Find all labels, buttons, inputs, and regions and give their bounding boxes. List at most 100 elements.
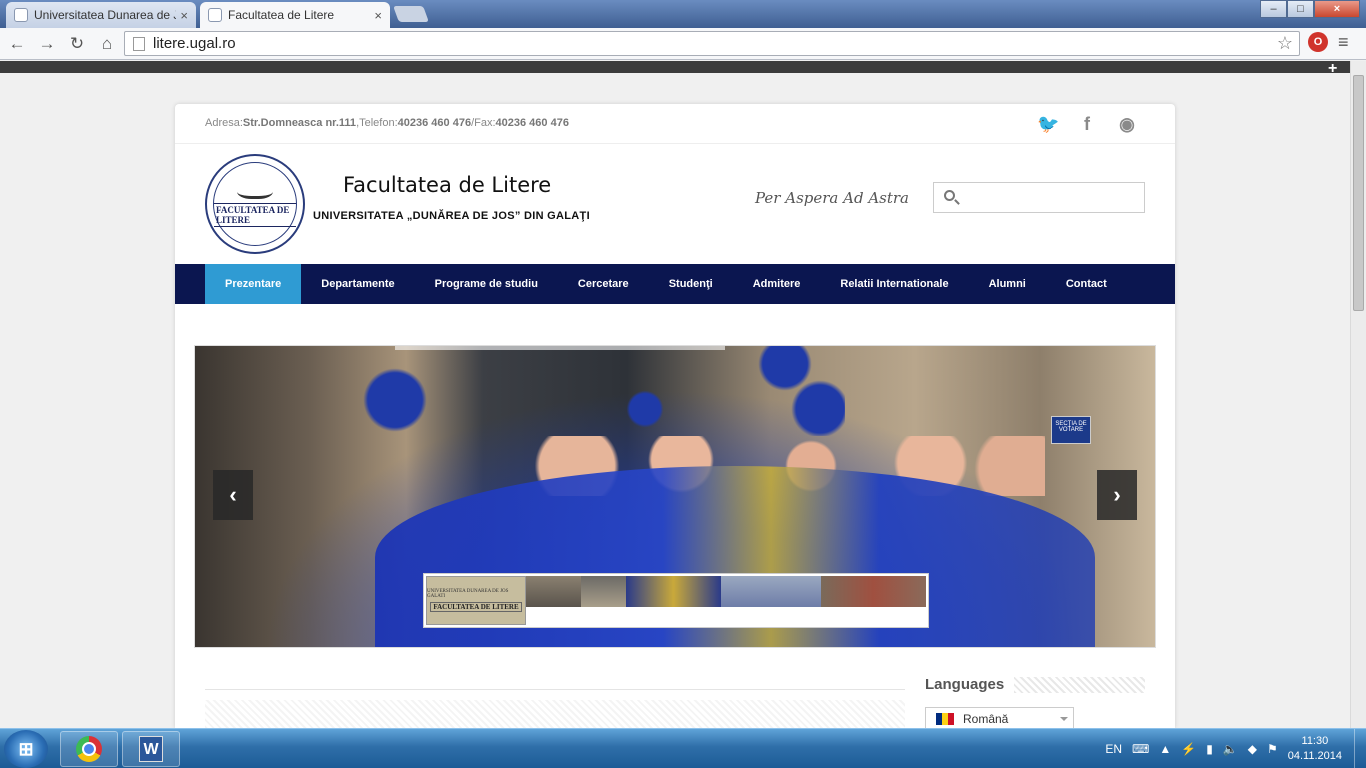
contact-info: Adresa:Str.Domneasca nr.111,Telefon:4023… <box>205 117 569 129</box>
thumbnail-faculty-sign[interactable]: UNIVERSITATEA DUNAREA DE JOS GALATI FACU… <box>426 576 526 625</box>
languages-widget: Languages Română <box>925 676 1145 731</box>
window-controls: – □ × <box>1260 0 1360 18</box>
thumbnail-4[interactable] <box>626 576 721 607</box>
bookmark-star-icon[interactable]: ☆ <box>1277 33 1293 54</box>
nav-cercetare[interactable]: Cercetare <box>558 264 649 304</box>
nav-studenti[interactable]: Studenţi <box>649 264 733 304</box>
selected-language: Română <box>963 712 1009 726</box>
languages-heading: Languages <box>925 676 1145 693</box>
taskbar-chrome[interactable] <box>60 731 118 767</box>
taskbar-word[interactable]: W <box>122 731 180 767</box>
nav-admitere[interactable]: Admitere <box>733 264 821 304</box>
nav-contact[interactable]: Contact <box>1046 264 1127 304</box>
home-button[interactable]: ⌂ <box>94 31 120 57</box>
volume-icon[interactable]: 🔈 <box>1223 742 1238 756</box>
forward-button[interactable]: → <box>34 31 60 57</box>
clock[interactable]: 11:30 04.11.2014 <box>1288 734 1342 764</box>
fax-value: 40236 460 476 <box>495 117 569 129</box>
system-tray: EN ⌨ ▲ ⚡ ▮ 🔈 ◆ ⚑ 11:30 04.11.2014 <box>1105 729 1356 768</box>
back-button[interactable]: ← <box>4 31 30 57</box>
graduation-caps-image <box>345 346 845 436</box>
thumbnail-3[interactable] <box>581 576 626 607</box>
chrome-icon <box>76 736 102 762</box>
rss-icon[interactable]: ◉ <box>1117 114 1137 135</box>
facebook-icon[interactable]: f <box>1077 114 1097 135</box>
twitter-icon[interactable]: 🐦 <box>1037 114 1059 135</box>
extension-icon[interactable]: O <box>1308 32 1328 52</box>
search-input[interactable] <box>962 187 1138 209</box>
chevron-down-icon <box>1060 717 1068 721</box>
windows-taskbar: ⊞ W EN ⌨ ▲ ⚡ ▮ 🔈 ◆ ⚑ 11:30 04.11.2014 <box>0 728 1366 768</box>
browser-tabstrip: Universitatea Dunarea de J × Facultatea … <box>0 0 1366 28</box>
network-icon[interactable]: ▮ <box>1206 742 1213 756</box>
contact-bar: Adresa:Str.Domneasca nr.111,Telefon:4023… <box>175 104 1175 144</box>
tab-title: Facultatea de Litere <box>228 8 335 22</box>
reload-button[interactable]: ↻ <box>64 31 90 57</box>
content-header-stripes <box>205 700 905 728</box>
clock-date: 04.11.2014 <box>1287 750 1342 762</box>
image-slider[interactable]: SECŢIA DE VOTARE ‹ › UNIVERSITATEA DUNAR… <box>194 345 1156 648</box>
page-scrollbar[interactable] <box>1350 61 1366 728</box>
main-navigation: Prezentare Departamente Programe de stud… <box>175 264 1175 304</box>
address-value: Str.Domneasca nr.111 <box>242 117 357 129</box>
book-icon <box>237 181 273 199</box>
thumbnail-caption-big: FACULTATEA DE LITERE <box>430 602 522 612</box>
maximize-button[interactable]: □ <box>1287 0 1314 18</box>
thumbnail-2[interactable] <box>526 576 581 607</box>
faculty-logo[interactable]: FACULTATEA DE LITERE <box>205 154 305 254</box>
slider-prev-button[interactable]: ‹ <box>213 470 253 520</box>
clock-time: 11:30 <box>1301 735 1329 747</box>
minimize-button[interactable]: – <box>1260 0 1287 18</box>
nav-prezentare[interactable]: Prezentare <box>205 264 302 304</box>
plus-corner-icon[interactable]: + <box>1328 60 1337 78</box>
tab-title: Universitatea Dunarea de J <box>34 8 177 22</box>
nav-departamente[interactable]: Departamente <box>301 264 414 304</box>
power-icon[interactable]: ⚡ <box>1181 742 1196 756</box>
thumbnail-6[interactable] <box>821 576 926 607</box>
site-subtitle: UNIVERSITATEA „DUNĂREA DE JOS” DIN GALAŢ… <box>313 210 590 222</box>
thumbnail-caption-small: UNIVERSITATEA DUNAREA DE JOS GALATI <box>427 589 509 599</box>
phone-value: 40236 460 476 <box>397 117 472 129</box>
address-bar[interactable]: litere.ugal.ro ☆ <box>124 31 1300 56</box>
url-text: litere.ugal.ro <box>153 35 236 52</box>
tab-universitatea[interactable]: Universitatea Dunarea de J × <box>6 2 196 28</box>
browser-toolbar: ← → ↻ ⌂ litere.ugal.ro ☆ O ≡ <box>0 28 1366 60</box>
start-button[interactable]: ⊞ <box>4 730 48 768</box>
action-center-flag-icon[interactable]: ⚑ <box>1267 742 1278 756</box>
thumbnail-5[interactable] <box>721 576 821 607</box>
chrome-menu-icon[interactable]: ≡ <box>1338 32 1349 53</box>
voting-sign: SECŢIA DE VOTARE <box>1051 416 1091 444</box>
word-icon: W <box>139 736 163 762</box>
romania-flag-icon <box>936 713 954 725</box>
search-icon <box>944 190 955 201</box>
new-tab-button[interactable] <box>393 6 429 22</box>
scrollbar-thumb[interactable] <box>1353 75 1364 311</box>
slider-next-button[interactable]: › <box>1097 470 1137 520</box>
thumbnail-strip: UNIVERSITATEA DUNAREA DE JOS GALATI FACU… <box>426 576 926 625</box>
keyboard-icon[interactable]: ⌨ <box>1132 742 1149 756</box>
show-hidden-icons[interactable]: ▲ <box>1159 742 1171 756</box>
top-dark-bar <box>0 61 1350 73</box>
close-window-button[interactable]: × <box>1314 0 1360 18</box>
tab-close-icon[interactable]: × <box>374 8 382 23</box>
site-title[interactable]: Facultatea de Litere <box>343 173 551 197</box>
dropbox-icon[interactable]: ◆ <box>1248 742 1257 756</box>
tab-facultatea[interactable]: Facultatea de Litere × <box>200 2 390 28</box>
show-desktop-button[interactable] <box>1354 729 1366 768</box>
nav-programe-de-studiu[interactable]: Programe de studiu <box>415 264 558 304</box>
language-indicator[interactable]: EN <box>1105 742 1122 756</box>
search-box[interactable] <box>933 182 1145 213</box>
social-links: 🐦 f ◉ <box>1037 114 1137 135</box>
address-label: Adresa: <box>205 117 243 129</box>
page-favicon-icon <box>14 8 28 22</box>
phone-label: ,Telefon: <box>356 117 398 129</box>
page-icon <box>133 36 145 51</box>
tab-close-icon[interactable]: × <box>180 8 188 23</box>
nav-relatii-internationale[interactable]: Relatii Internationale <box>820 264 968 304</box>
slider-thumbnails: UNIVERSITATEA DUNAREA DE JOS GALATI FACU… <box>423 573 929 628</box>
logo-seal: FACULTATEA DE LITERE <box>213 162 297 246</box>
site-container: Adresa:Str.Domneasca nr.111,Telefon:4023… <box>175 104 1175 731</box>
nav-alumni[interactable]: Alumni <box>969 264 1046 304</box>
content-divider <box>205 689 905 690</box>
logo-banner: FACULTATEA DE LITERE <box>214 203 296 227</box>
